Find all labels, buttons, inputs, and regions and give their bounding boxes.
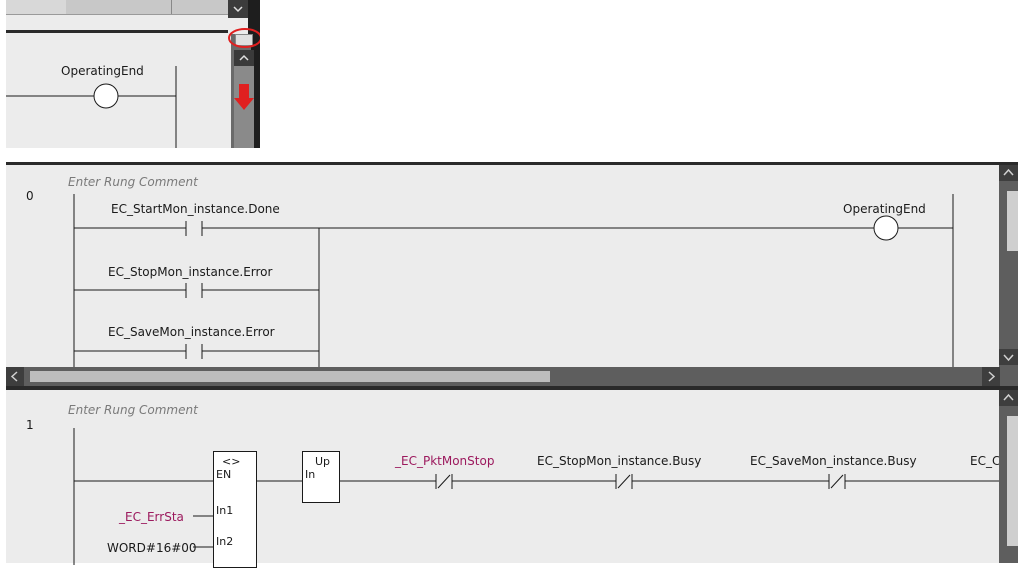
contact-no[interactable] bbox=[74, 283, 319, 298]
horizontal-scrollbar[interactable] bbox=[6, 367, 1018, 386]
rung1-diagram bbox=[73, 428, 999, 565]
red-arrow-icon bbox=[234, 84, 254, 110]
contact-nc[interactable] bbox=[615, 474, 633, 489]
contact-no[interactable] bbox=[74, 344, 319, 359]
chevron-up-icon bbox=[1003, 393, 1014, 401]
scroll-up-button[interactable] bbox=[999, 165, 1018, 181]
ladder-editor: 0 Enter Rung Comment EC_StartMon_instanc… bbox=[6, 162, 1018, 568]
rung0-vertical-scrollbar[interactable] bbox=[999, 165, 1018, 367]
scroll-right-button[interactable] bbox=[982, 367, 1000, 386]
scroll-thumb[interactable] bbox=[1007, 191, 1018, 251]
chevron-up-icon bbox=[239, 54, 249, 61]
chevron-up-icon bbox=[1003, 168, 1014, 176]
inset-panel: OperatingEnd bbox=[6, 0, 260, 148]
scroll-up-button[interactable] bbox=[999, 390, 1018, 406]
rung1-vertical-scrollbar[interactable] bbox=[999, 390, 1018, 563]
rung0-diagram bbox=[73, 194, 954, 367]
contact-nc[interactable] bbox=[435, 474, 453, 489]
inset-coil bbox=[6, 66, 177, 148]
contact-nc[interactable] bbox=[828, 474, 846, 489]
chevron-left-icon bbox=[10, 371, 18, 382]
inset-scroll-up-button[interactable] bbox=[234, 50, 254, 66]
chevron-down-icon bbox=[1003, 354, 1014, 362]
scroll-down-button[interactable] bbox=[999, 349, 1018, 365]
inset-scroll-down-button[interactable] bbox=[228, 0, 248, 18]
chevron-down-icon bbox=[233, 6, 243, 13]
scroll-thumb[interactable] bbox=[1007, 416, 1018, 546]
contact-no[interactable] bbox=[74, 221, 319, 236]
scroll-left-button[interactable] bbox=[6, 367, 24, 386]
horizontal-scroll-thumb[interactable] bbox=[30, 371, 550, 382]
inset-horizontal-scrollbar[interactable] bbox=[6, 0, 228, 15]
chevron-right-icon bbox=[988, 371, 996, 382]
coil[interactable] bbox=[873, 215, 899, 241]
highlight-circle bbox=[228, 28, 260, 48]
